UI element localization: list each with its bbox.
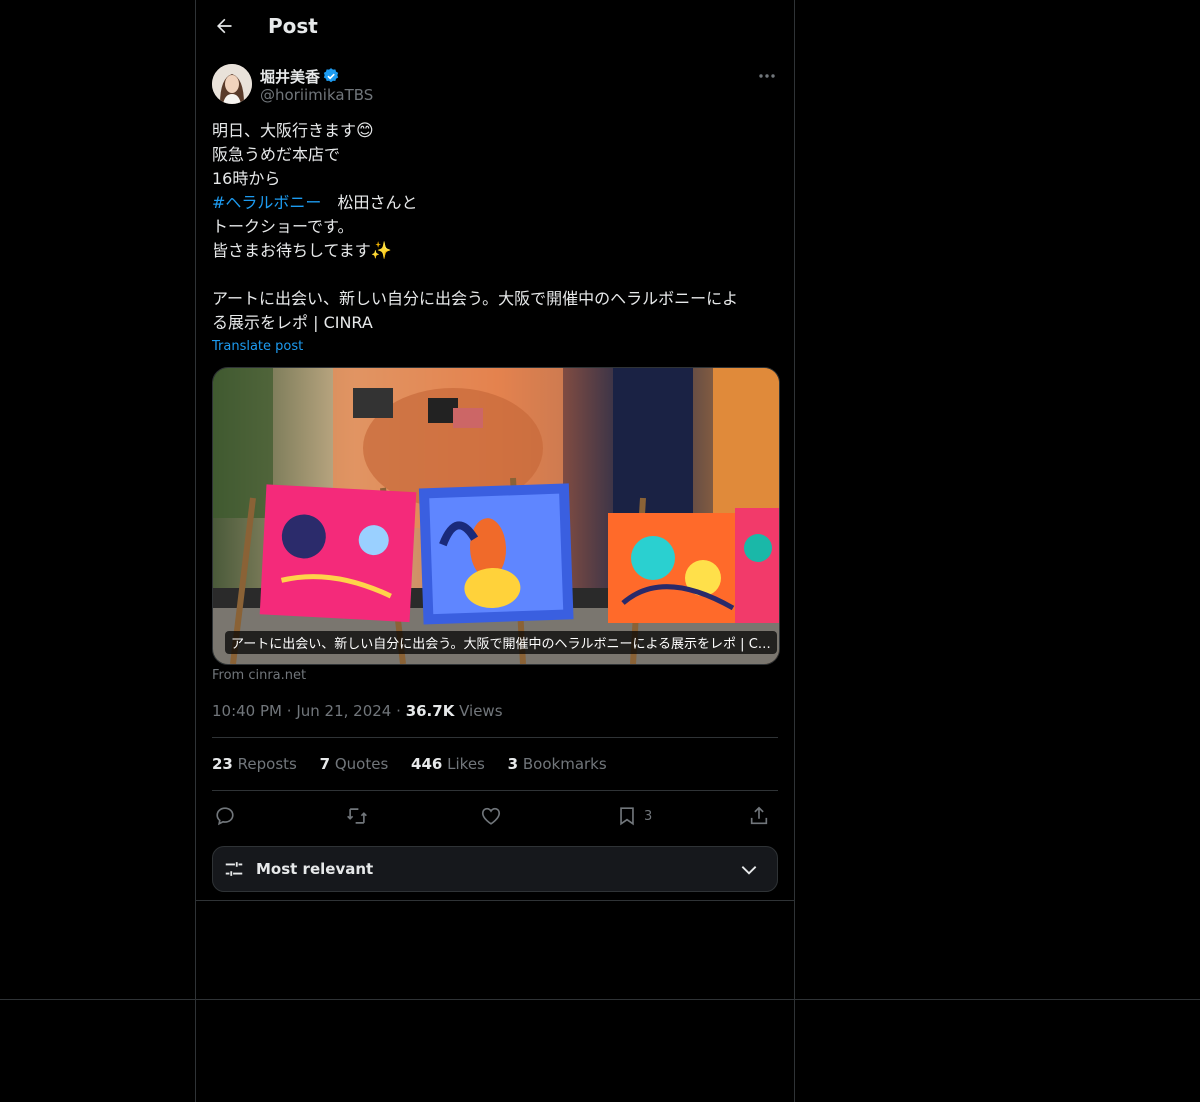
reply-button[interactable] <box>214 803 236 829</box>
card-caption: アートに出会い、新しい自分に出会う。大阪で開催中のヘラルボニーによる展示をレポ … <box>225 631 777 654</box>
text-line: 皆さまお待ちしてます <box>212 241 371 260</box>
action-bar: 3 <box>212 803 778 829</box>
sort-label: Most relevant <box>256 860 374 878</box>
bookmarks-stat[interactable]: 3 Bookmarks <box>508 755 607 773</box>
text-line: トークショーです。 <box>212 217 354 236</box>
sliders-icon <box>225 862 243 876</box>
quotes-stat[interactable]: 7 Quotes <box>320 755 389 773</box>
link-card[interactable]: アートに出会い、新しい自分に出会う。大阪で開催中のヘラルボニーによる展示をレポ … <box>212 367 780 665</box>
link-title-line: る展示をレポ | CINRA <box>212 313 373 332</box>
text-line: 阪急うめだ本店で <box>212 145 341 164</box>
reply-sort-dropdown[interactable]: Most relevant <box>212 846 778 892</box>
bookmark-count: 3 <box>644 808 653 824</box>
sparkles-emoji-icon: ✨ <box>370 241 392 261</box>
bookmark-icon <box>620 807 634 826</box>
views-label: Views <box>459 702 503 720</box>
heart-icon <box>481 807 501 825</box>
post-author: 堀井美香 @horiimikaTBS <box>212 64 778 108</box>
card-image <box>213 368 779 664</box>
back-arrow-icon[interactable] <box>214 16 234 36</box>
post-text: 明日、大阪行きます😊 阪急うめだ本店で 16時から #ヘラルボニー 松田さんと … <box>212 119 778 335</box>
text-line: 明日、大阪行きます <box>212 121 357 140</box>
hashtag-link[interactable]: #ヘラルボニー <box>212 193 321 212</box>
reply-icon <box>216 807 234 826</box>
share-button[interactable] <box>748 803 770 829</box>
repost-icon <box>347 808 367 824</box>
share-icon <box>750 806 768 825</box>
section-divider <box>196 900 794 901</box>
avatar[interactable] <box>212 64 252 104</box>
more-options-icon[interactable] <box>756 66 778 86</box>
translate-post-link[interactable]: Translate post <box>212 339 303 354</box>
link-title-line: アートに出会い、新しい自分に出会う。大阪で開催中のヘラルボニーによ <box>212 289 739 308</box>
reposts-stat[interactable]: 23 Reposts <box>212 755 297 773</box>
author-name[interactable]: 堀井美香 <box>260 66 320 87</box>
card-source[interactable]: From cinra.net <box>212 668 306 683</box>
bookmark-button[interactable]: 3 <box>616 803 652 829</box>
text-line: 16時から <box>212 169 281 188</box>
top-bar: Post <box>196 0 794 53</box>
verified-badge-icon <box>323 68 339 83</box>
post-date[interactable]: Jun 21, 2024 <box>296 702 391 720</box>
likes-stat[interactable]: 446 Likes <box>411 755 485 773</box>
engagement-stats: 23 Reposts 7 Quotes 446 Likes 3 Bookmark… <box>212 755 625 773</box>
like-button[interactable] <box>480 803 502 829</box>
smile-emoji-icon: 😊 <box>356 121 374 141</box>
chevron-down-icon <box>741 866 757 875</box>
repost-button[interactable] <box>346 803 368 829</box>
divider <box>212 737 778 738</box>
page-title: Post <box>268 14 318 38</box>
author-handle[interactable]: @horiimikaTBS <box>260 86 373 104</box>
post-meta: 10:40 PM · Jun 21, 2024 · 36.7K Views <box>212 702 503 720</box>
views-count: 36.7K <box>405 702 455 720</box>
text-line: 松田さんと <box>337 193 418 212</box>
divider <box>212 790 778 791</box>
post-time[interactable]: 10:40 PM <box>212 702 282 720</box>
main-column: Post 堀井美香 @horiimikaTBS 明日、大阪行きます😊 阪急うめだ… <box>195 0 795 1102</box>
